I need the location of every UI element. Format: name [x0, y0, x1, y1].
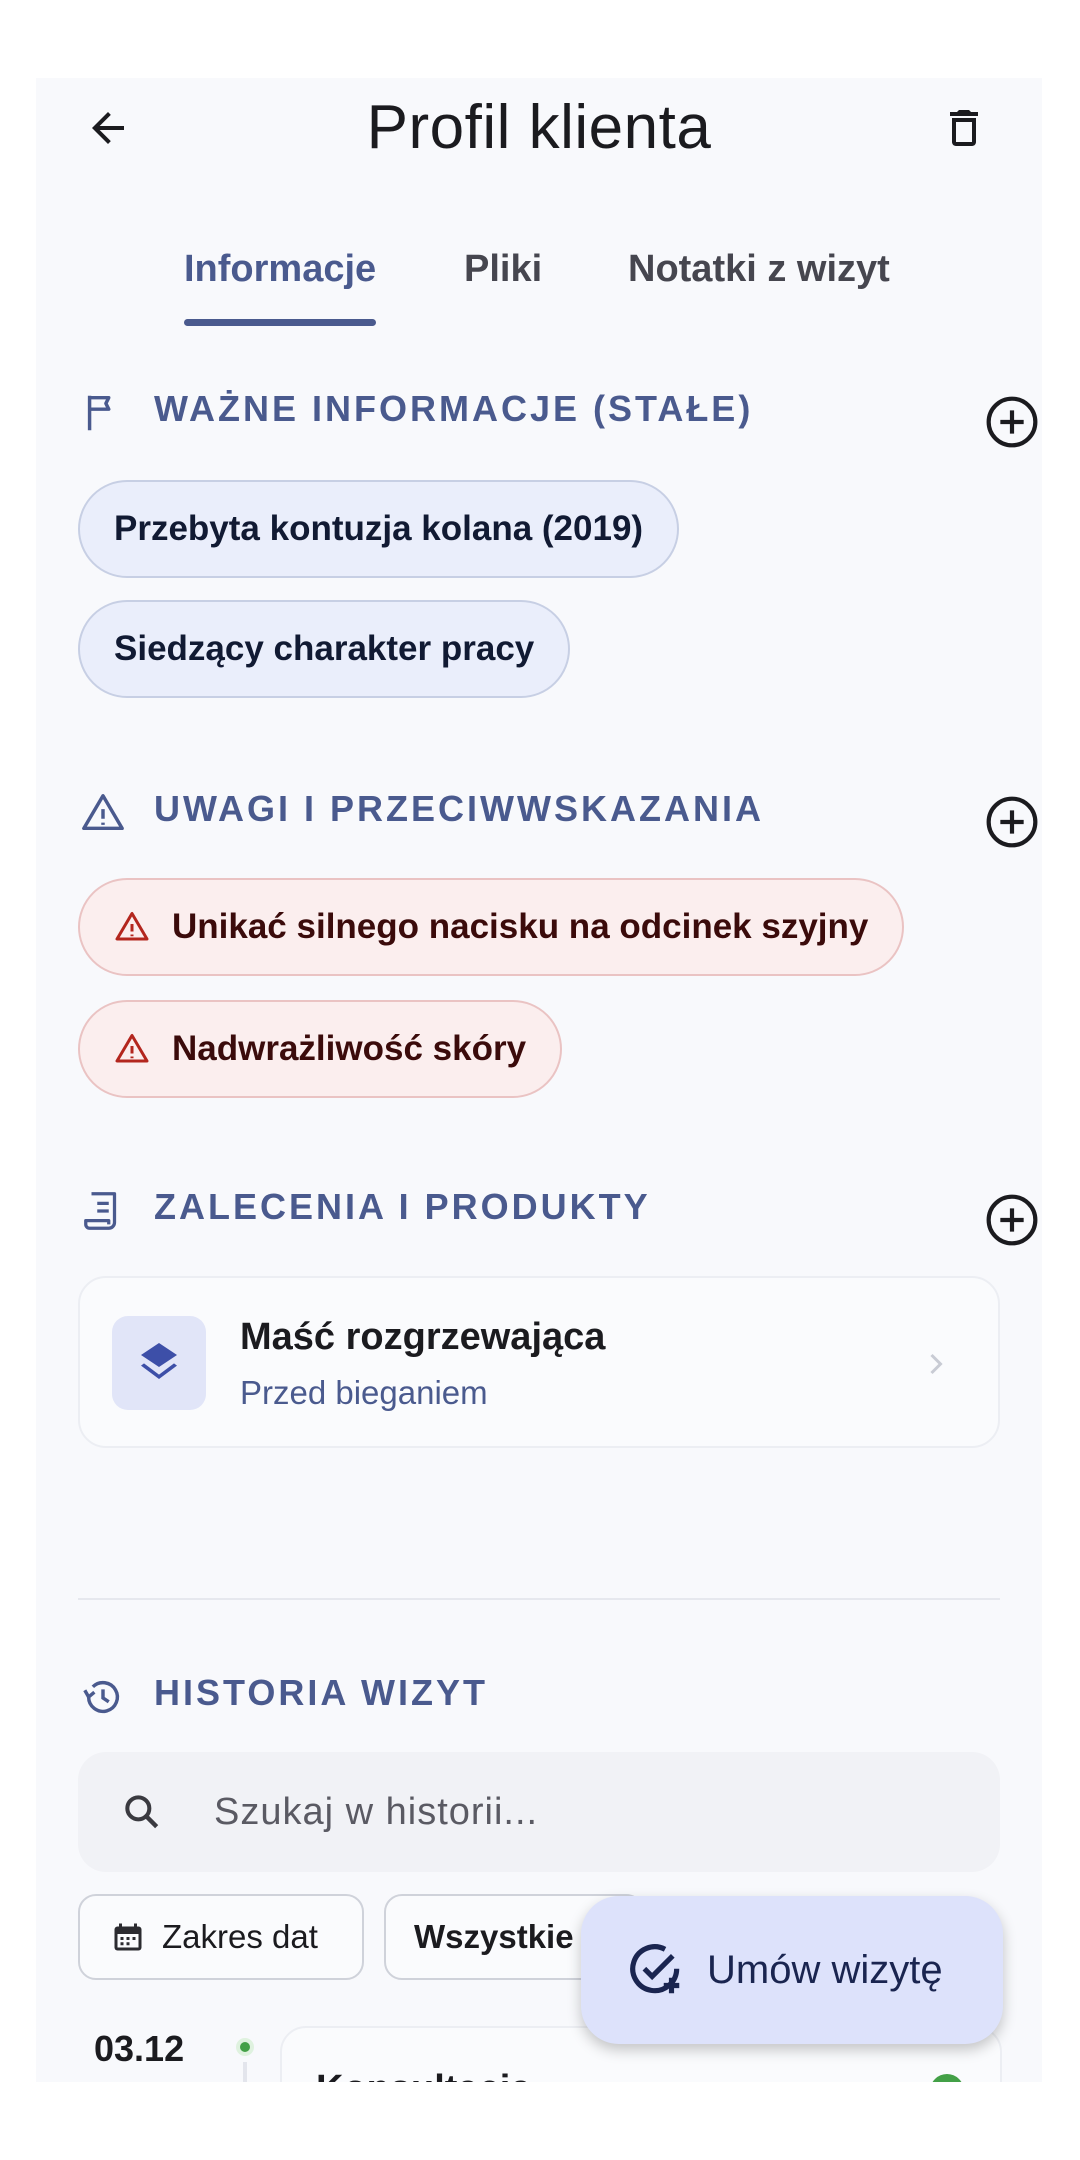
- warning-chip[interactable]: Unikać silnego nacisku na odcinek szyjny: [78, 878, 905, 976]
- book-visit-fab[interactable]: Umów wizytę: [581, 1896, 1003, 2044]
- important-info-chip[interactable]: Przebyta kontuzja kolana (2019): [78, 480, 680, 578]
- layers-icon: [141, 1343, 177, 1379]
- date-range-label: Zakres dat: [162, 1918, 318, 1955]
- status-filter-label: Wszystkie: [414, 1918, 574, 1955]
- warning-chip-label: Nadwrażliwość skóry: [172, 1029, 527, 1068]
- search-icon: [125, 1795, 159, 1829]
- fab-label: Umów wizytę: [707, 1947, 943, 1992]
- visit-date: 03.12: [94, 2028, 185, 2069]
- history-icon: [83, 1680, 120, 1714]
- section-title: WAŻNE INFORMACJE (STAŁE): [154, 388, 754, 429]
- product-subtitle: Przed bieganiem: [240, 1374, 488, 1411]
- warning-icon: [115, 912, 149, 941]
- warning-triangle-icon: [82, 794, 124, 831]
- tab-informacje[interactable]: Informacje: [184, 228, 377, 328]
- tab-active-indicator: [184, 319, 377, 326]
- tab-label: Informacje: [184, 248, 377, 290]
- tab-notatki[interactable]: Notatki z wizyt: [628, 228, 890, 328]
- chevron-right-icon: [930, 1353, 943, 1375]
- event-add-check-icon: [630, 1944, 680, 1994]
- timeline-dot: [236, 2038, 254, 2056]
- add-circle-icon[interactable]: [984, 1192, 1040, 1248]
- history-header: HISTORIA WIZYT: [80, 1668, 1040, 1728]
- product-card[interactable]: Maść rozgrzewająca Przed bieganiem: [78, 1276, 1000, 1448]
- warning-chip[interactable]: Nadwrażliwość skóry: [78, 1000, 563, 1098]
- client-profile-screen: Profil klienta Informacje Pliki Notatki …: [36, 78, 1042, 2082]
- section-divider: [78, 1598, 1000, 1600]
- important-info-header: WAŻNE INFORMACJE (STAŁE): [80, 384, 1040, 448]
- delete-button[interactable]: [936, 100, 992, 156]
- product-thumbnail: [112, 1316, 206, 1410]
- warnings-header: UWAGI I PRZECIWWSKAZANIA: [80, 784, 1040, 848]
- add-circle-icon[interactable]: [984, 794, 1040, 850]
- section-title: HISTORIA WIZYT: [154, 1672, 488, 1713]
- warning-icon: [115, 1034, 149, 1063]
- trash-icon: [950, 110, 978, 146]
- important-info-chip[interactable]: Siedzący charakter pracy: [78, 600, 571, 698]
- receipt-icon: [84, 1192, 117, 1230]
- status-check-icon: [930, 2074, 964, 2082]
- warning-chip-label: Unikać silnego nacisku na odcinek szyjny: [172, 907, 869, 946]
- tab-bar: Informacje Pliki Notatki z wizyt: [36, 228, 1042, 328]
- tab-label: Notatki z wizyt: [628, 248, 890, 290]
- tab-pliki[interactable]: Pliki: [464, 228, 542, 328]
- history-search-input[interactable]: [214, 1776, 954, 1848]
- section-title: UWAGI I PRZECIWWSKAZANIA: [154, 788, 764, 829]
- add-circle-icon[interactable]: [984, 394, 1040, 450]
- flag-icon: [87, 395, 111, 431]
- section-title: ZALECENIA I PRODUKTY: [154, 1186, 651, 1227]
- timeline-line: [243, 2062, 247, 2082]
- app-bar: Profil klienta: [36, 78, 1042, 178]
- tab-label: Pliki: [464, 248, 543, 290]
- visit-title: Konsultacja: [316, 2068, 531, 2082]
- date-range-filter[interactable]: Zakres dat: [78, 1894, 364, 1980]
- recommendations-header: ZALECENIA I PRODUKTY: [80, 1182, 1040, 1246]
- product-name: Maść rozgrzewająca: [240, 1316, 606, 1358]
- history-search[interactable]: [78, 1752, 1000, 1872]
- calendar-icon: [114, 1923, 142, 1951]
- page-title: Profil klienta: [366, 93, 712, 162]
